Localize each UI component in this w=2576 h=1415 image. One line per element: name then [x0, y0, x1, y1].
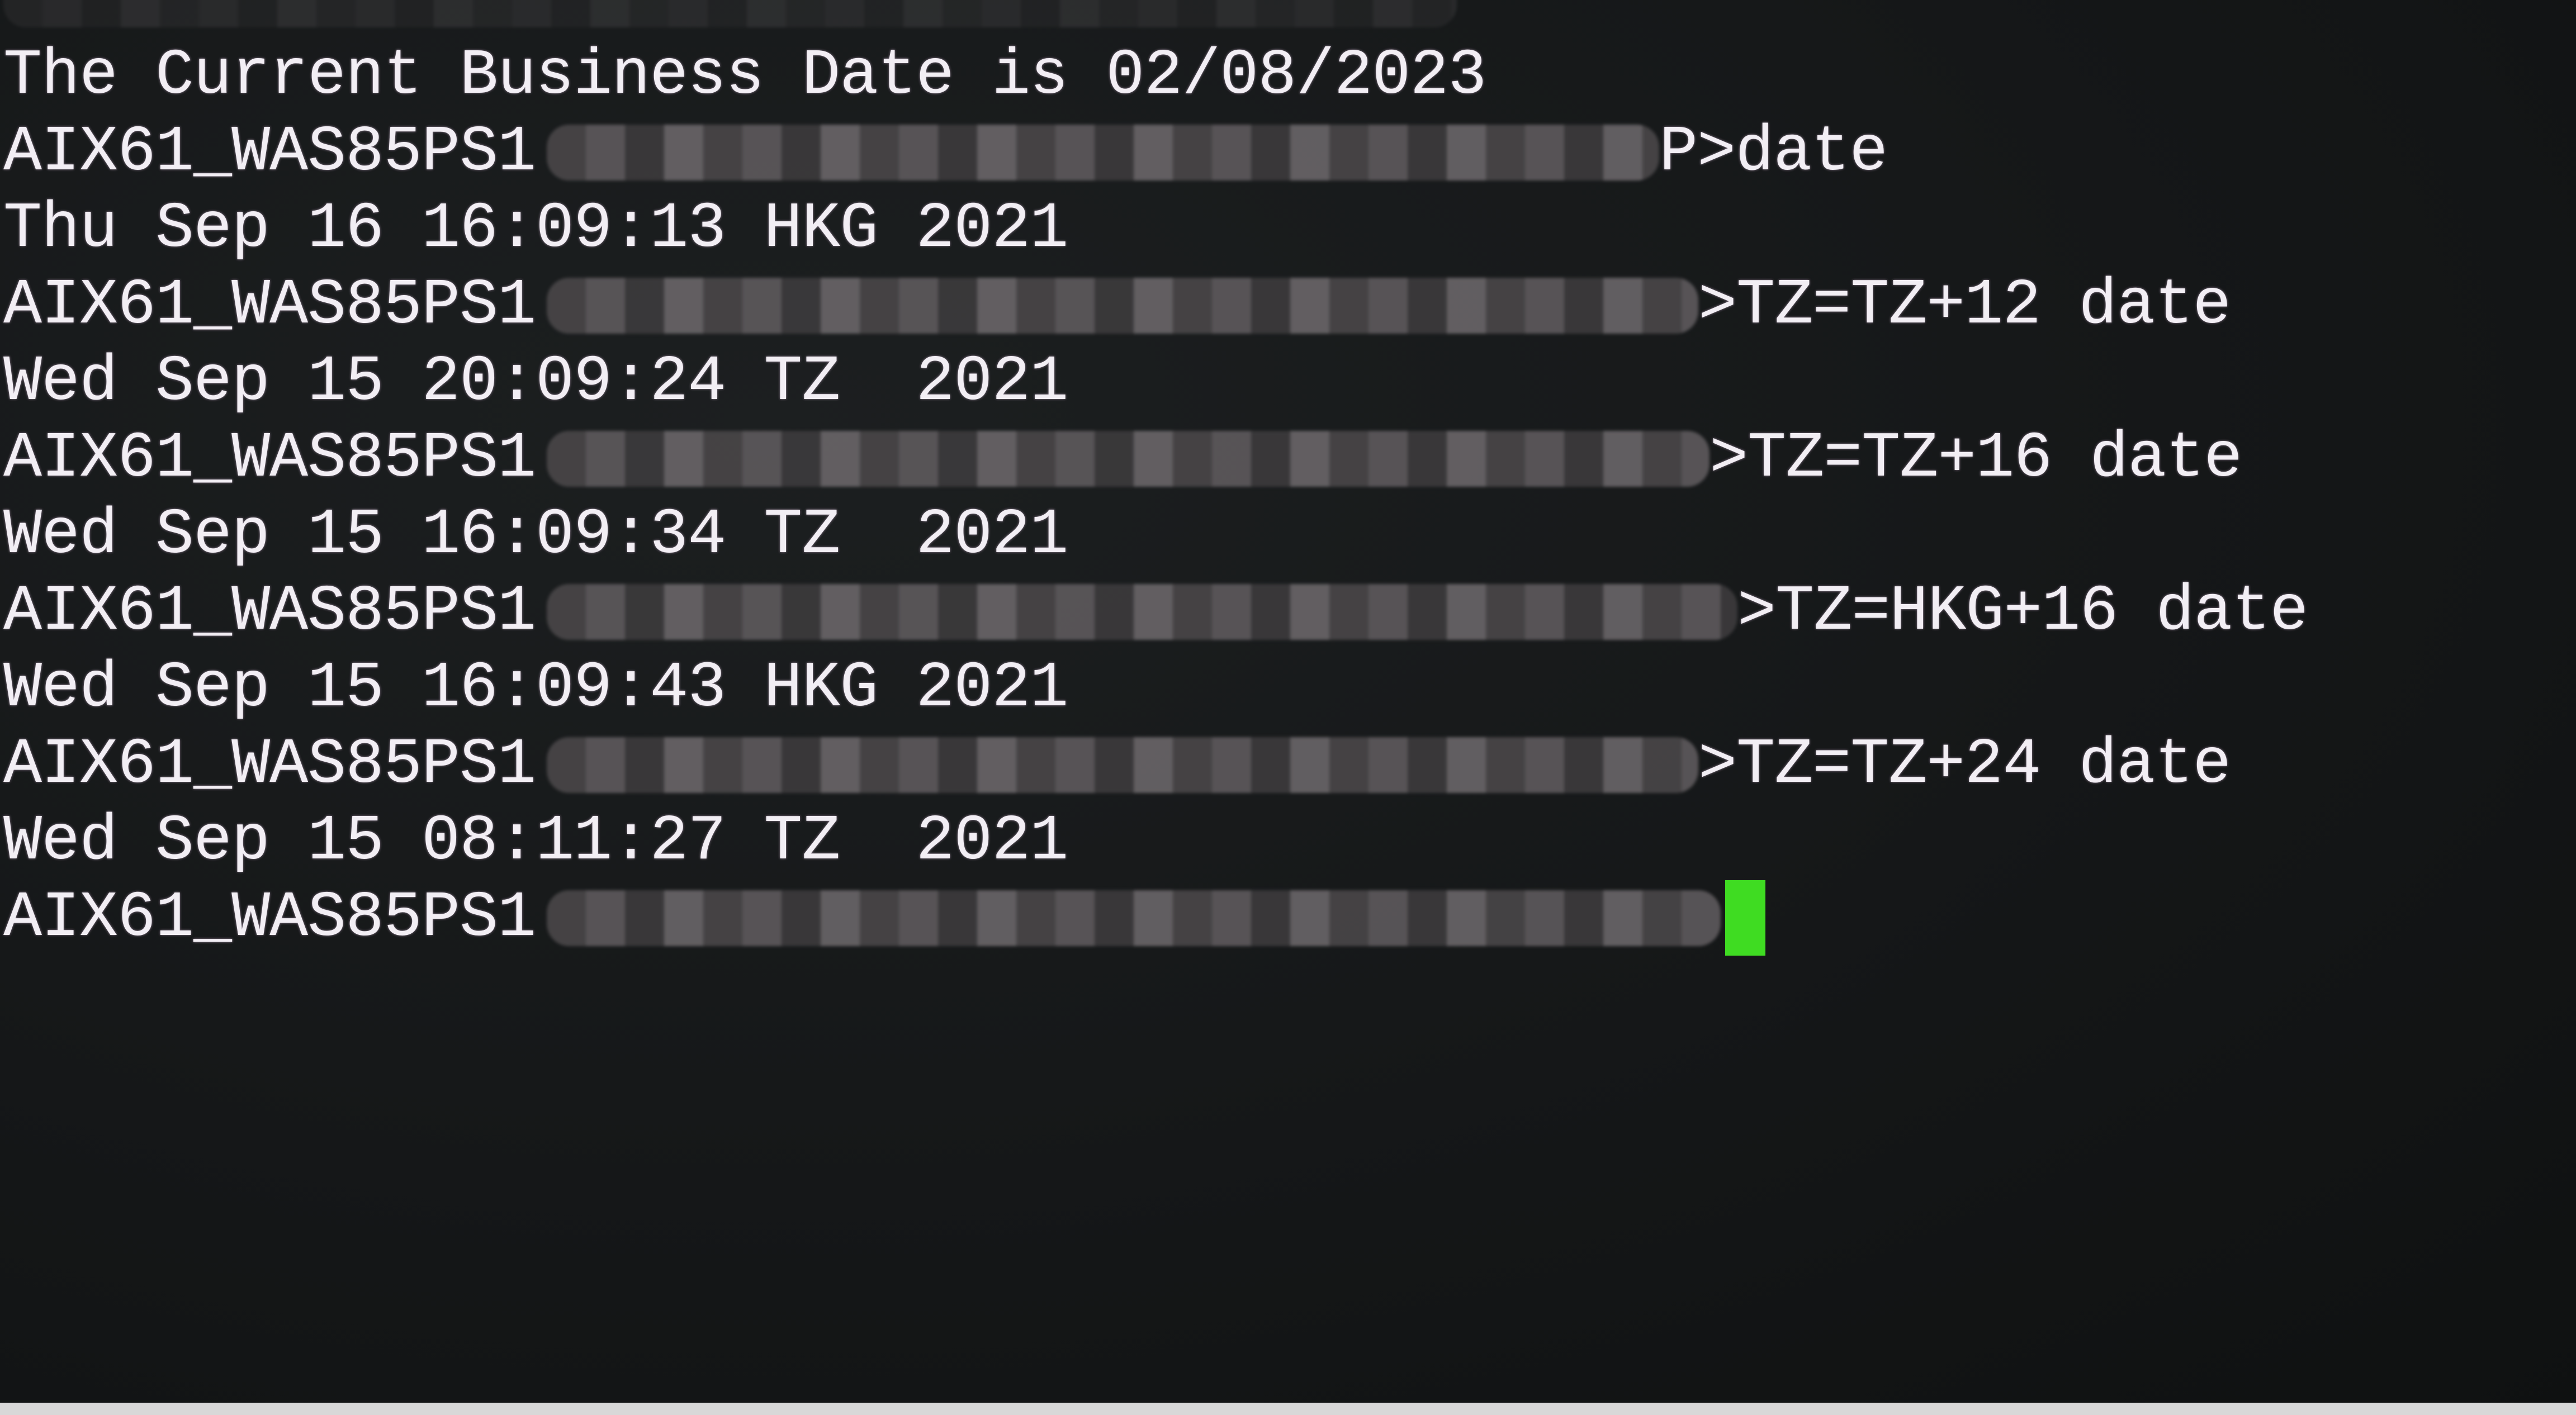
prompt-command: >TZ=TZ+16 date [1710, 422, 2242, 495]
terminal-line: Thu Sep 16 16:09:13 HKG 2021 [3, 191, 2308, 267]
prompt-command: >TZ=TZ+12 date [1698, 269, 2231, 342]
business-date-text: The Current Business Date is 02/08/2023 [3, 39, 1486, 112]
redacted-path [547, 430, 1710, 487]
date-output: Wed Sep 15 08:11:27 TZ 2021 [3, 805, 1068, 878]
redacted-path [547, 890, 1721, 946]
prompt-host: AIX61_WAS85PS1 [3, 422, 536, 495]
terminal-line: Wed Sep 15 08:11:27 TZ 2021 [3, 803, 2308, 880]
terminal-prompt-line: AIX61_WAS85PS1 >TZ=TZ+24 date [3, 727, 2308, 803]
terminal-line: Wed Sep 15 16:09:43 HKG 2021 [3, 650, 2308, 727]
redacted-path [547, 124, 1660, 181]
terminal-line: The Current Business Date is 02/08/2023 [3, 37, 2308, 114]
redacted-path [547, 277, 1699, 334]
redacted-path [547, 583, 1738, 640]
prompt-command: P>date [1659, 116, 1888, 189]
terminal-prompt-line: AIX61_WAS85PS1 [3, 880, 2308, 956]
terminal-line: Wed Sep 15 20:09:24 TZ 2021 [3, 344, 2308, 420]
date-output: Wed Sep 15 16:09:43 HKG 2021 [3, 652, 1068, 725]
cut-off-text [3, 0, 1457, 27]
date-output: Wed Sep 15 16:09:34 TZ 2021 [3, 498, 1068, 572]
screen-bezel [0, 1403, 2576, 1415]
prompt-command: >TZ=HKG+16 date [1737, 575, 2308, 648]
terminal-prompt-line: AIX61_WAS85PS1 >TZ=TZ+12 date [3, 267, 2308, 344]
prompt-host: AIX61_WAS85PS1 [3, 116, 536, 189]
date-output: Wed Sep 15 20:09:24 TZ 2021 [3, 345, 1068, 419]
terminal-output[interactable]: The Current Business Date is 02/08/2023 … [3, 0, 2308, 956]
prompt-host: AIX61_WAS85PS1 [3, 575, 536, 648]
terminal-prompt-line: AIX61_WAS85PS1 >TZ=TZ+16 date [3, 420, 2308, 497]
terminal-prompt-line: AIX61_WAS85PS1 P>date [3, 114, 2308, 191]
terminal-line-cut-off [3, 0, 2308, 37]
text-cursor [1725, 880, 1766, 956]
prompt-command: >TZ=TZ+24 date [1698, 728, 2231, 801]
terminal-prompt-line: AIX61_WAS85PS1 >TZ=HKG+16 date [3, 573, 2308, 650]
date-output: Thu Sep 16 16:09:13 HKG 2021 [3, 192, 1068, 265]
prompt-host: AIX61_WAS85PS1 [3, 269, 536, 342]
prompt-host: AIX61_WAS85PS1 [3, 881, 536, 955]
prompt-host: AIX61_WAS85PS1 [3, 728, 536, 801]
redacted-path [547, 737, 1699, 793]
terminal-line: Wed Sep 15 16:09:34 TZ 2021 [3, 497, 2308, 573]
